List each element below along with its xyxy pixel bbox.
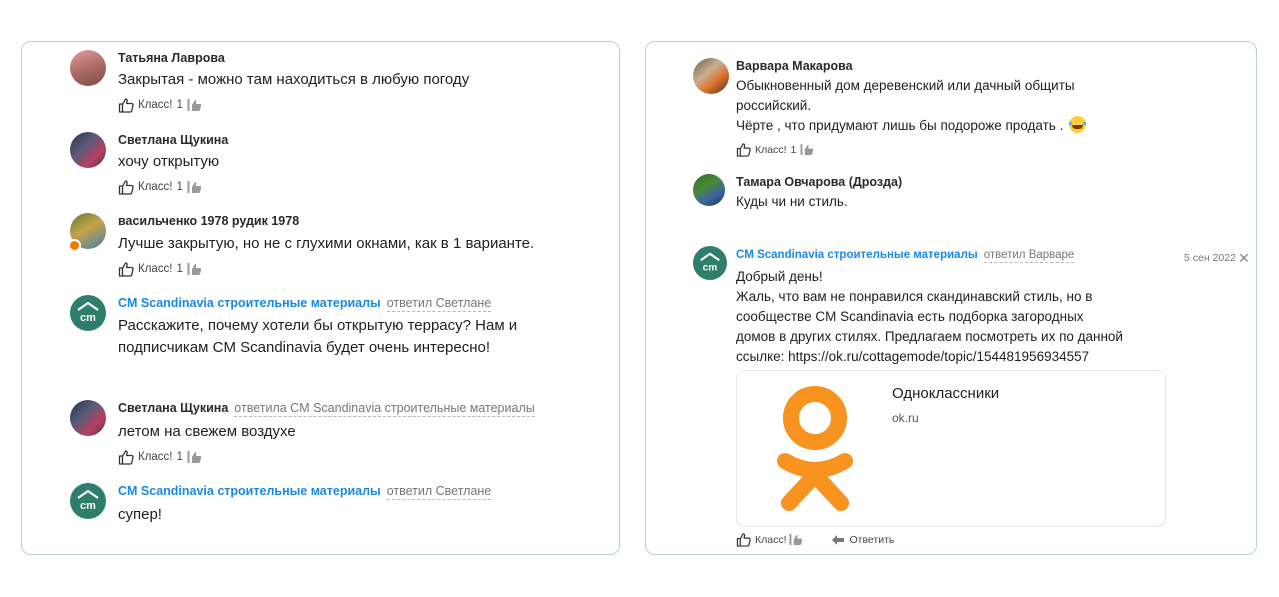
likers-icon[interactable] (187, 450, 203, 464)
comment-text: Расскажите, почему хотели бы открытую те… (118, 317, 518, 356)
like-button[interactable]: Класс! 1 (118, 179, 183, 195)
comment-text: Закрытая - можно там находиться в любую … (118, 71, 470, 88)
like-button[interactable]: Класс! 1 (118, 261, 183, 277)
comment-author[interactable]: Тамара Овчарова (Дрозда) (736, 175, 902, 189)
odnoklassniki-logo-icon (777, 386, 853, 511)
comment-author[interactable]: васильченко 1978 рудик 1978 (118, 214, 299, 228)
svg-text:cm: cm (80, 312, 96, 324)
like-label: Класс! (138, 99, 173, 111)
comment-text: летом на свежем воздухе (118, 423, 296, 440)
comment-author[interactable]: Варвара Макарова (736, 59, 853, 73)
comment-text: хочу открытую (118, 153, 220, 170)
comment-author[interactable]: Татьяна Лаврова (118, 51, 225, 65)
like-button[interactable]: Класс! 1 (118, 449, 183, 465)
like-label: Класс! (138, 181, 173, 193)
like-button[interactable]: Класс! 1 (736, 142, 796, 157)
cm-logo-icon: cm (77, 301, 99, 324)
likers-icon[interactable] (187, 98, 203, 112)
thumb-up-icon (118, 450, 134, 465)
comment-text: Куды чи ни стиль. (736, 194, 848, 209)
user-avatar[interactable] (693, 174, 725, 206)
svg-text:cm: cm (80, 500, 96, 512)
comment-text: Лучше закрытую, но не с глухими окнами, … (118, 235, 535, 252)
cm-logo-icon: cm (700, 252, 720, 273)
reply-to-link[interactable]: ответил Варваре (983, 249, 1075, 263)
like-label: Класс! (755, 143, 787, 156)
like-button[interactable]: Класс! 1 (118, 97, 183, 113)
svg-text:cm: cm (703, 262, 718, 273)
comment-actions: Класс! 1 (118, 97, 203, 113)
likers-icon[interactable] (187, 180, 203, 194)
like-count[interactable]: 1 (177, 263, 183, 275)
like-label: Класс! (755, 533, 787, 546)
brand-avatar[interactable]: cm (693, 246, 727, 280)
likers-icon[interactable] (187, 262, 203, 276)
thumb-up-icon (736, 533, 751, 547)
comment-actions: Класс! Ответить (736, 532, 894, 547)
link-card-domain: ok.ru (892, 411, 919, 425)
comment-date: 5 сен 2022 (1184, 252, 1236, 264)
comment-text: Обыкновенный дом деревенский или дачный … (736, 76, 1087, 136)
comment-author[interactable]: CM Scandinavia строительные материалы (118, 296, 381, 310)
comments-panel-left: Татьяна Лаврова Закрытая - можно там нах… (21, 41, 620, 555)
comment-author[interactable]: CM Scandinavia строительные материалы (118, 484, 381, 498)
brand-avatar[interactable]: cm (70, 295, 106, 331)
comment-author[interactable]: CM Scandinavia строительные материалы (736, 249, 978, 261)
like-label: Класс! (138, 263, 173, 275)
comment-text: Добрый день! Жаль, что вам не понравился… (736, 269, 1123, 364)
thumb-up-icon (118, 180, 134, 195)
link-card-title[interactable]: Одноклассники (892, 385, 999, 402)
likers-icon[interactable] (789, 533, 804, 546)
comment-text: супер! (118, 506, 162, 523)
user-avatar[interactable] (70, 50, 106, 86)
user-avatar[interactable] (70, 132, 106, 168)
online-status-dot (68, 239, 81, 252)
user-avatar[interactable] (693, 58, 729, 94)
comment-actions: Класс! 1 (118, 449, 203, 465)
reply-arrow-icon (831, 534, 844, 545)
thumb-up-icon (736, 143, 751, 157)
reply-to-link[interactable]: ответила CM Scandinavia строительные мат… (234, 401, 535, 417)
user-avatar[interactable] (70, 400, 106, 436)
thumb-up-icon (118, 262, 134, 277)
like-label: Класс! (138, 451, 173, 463)
likers-icon[interactable] (800, 143, 815, 156)
comment-actions: Класс! 1 (736, 142, 815, 157)
reply-to-link[interactable]: ответил Светлане (386, 296, 492, 312)
cm-logo-icon: cm (77, 489, 99, 512)
like-button[interactable]: Класс! (736, 532, 787, 547)
link-preview-card[interactable]: Одноклассники ok.ru (736, 370, 1166, 527)
comment-author[interactable]: Светлана Щукина (118, 133, 228, 147)
brand-avatar[interactable]: cm (70, 483, 106, 519)
thumb-up-icon (118, 98, 134, 113)
comment-author[interactable]: Светлана Щукина (118, 401, 228, 415)
reply-to-link[interactable]: ответил Светлане (386, 484, 492, 500)
comment-actions: Класс! 1 (118, 179, 203, 195)
like-count[interactable]: 1 (791, 144, 797, 156)
reply-label: Ответить (849, 533, 895, 546)
close-icon[interactable]: ✕ (1238, 251, 1250, 265)
like-count[interactable]: 1 (177, 99, 183, 111)
like-count[interactable]: 1 (177, 451, 183, 463)
like-count[interactable]: 1 (177, 181, 183, 193)
laughing-emoji-icon (1069, 116, 1087, 133)
comment-actions: Класс! 1 (118, 261, 203, 277)
reply-button[interactable]: Ответить (831, 533, 895, 546)
comments-panel-right: Варвара Макарова Обыкновенный дом дереве… (645, 41, 1257, 555)
